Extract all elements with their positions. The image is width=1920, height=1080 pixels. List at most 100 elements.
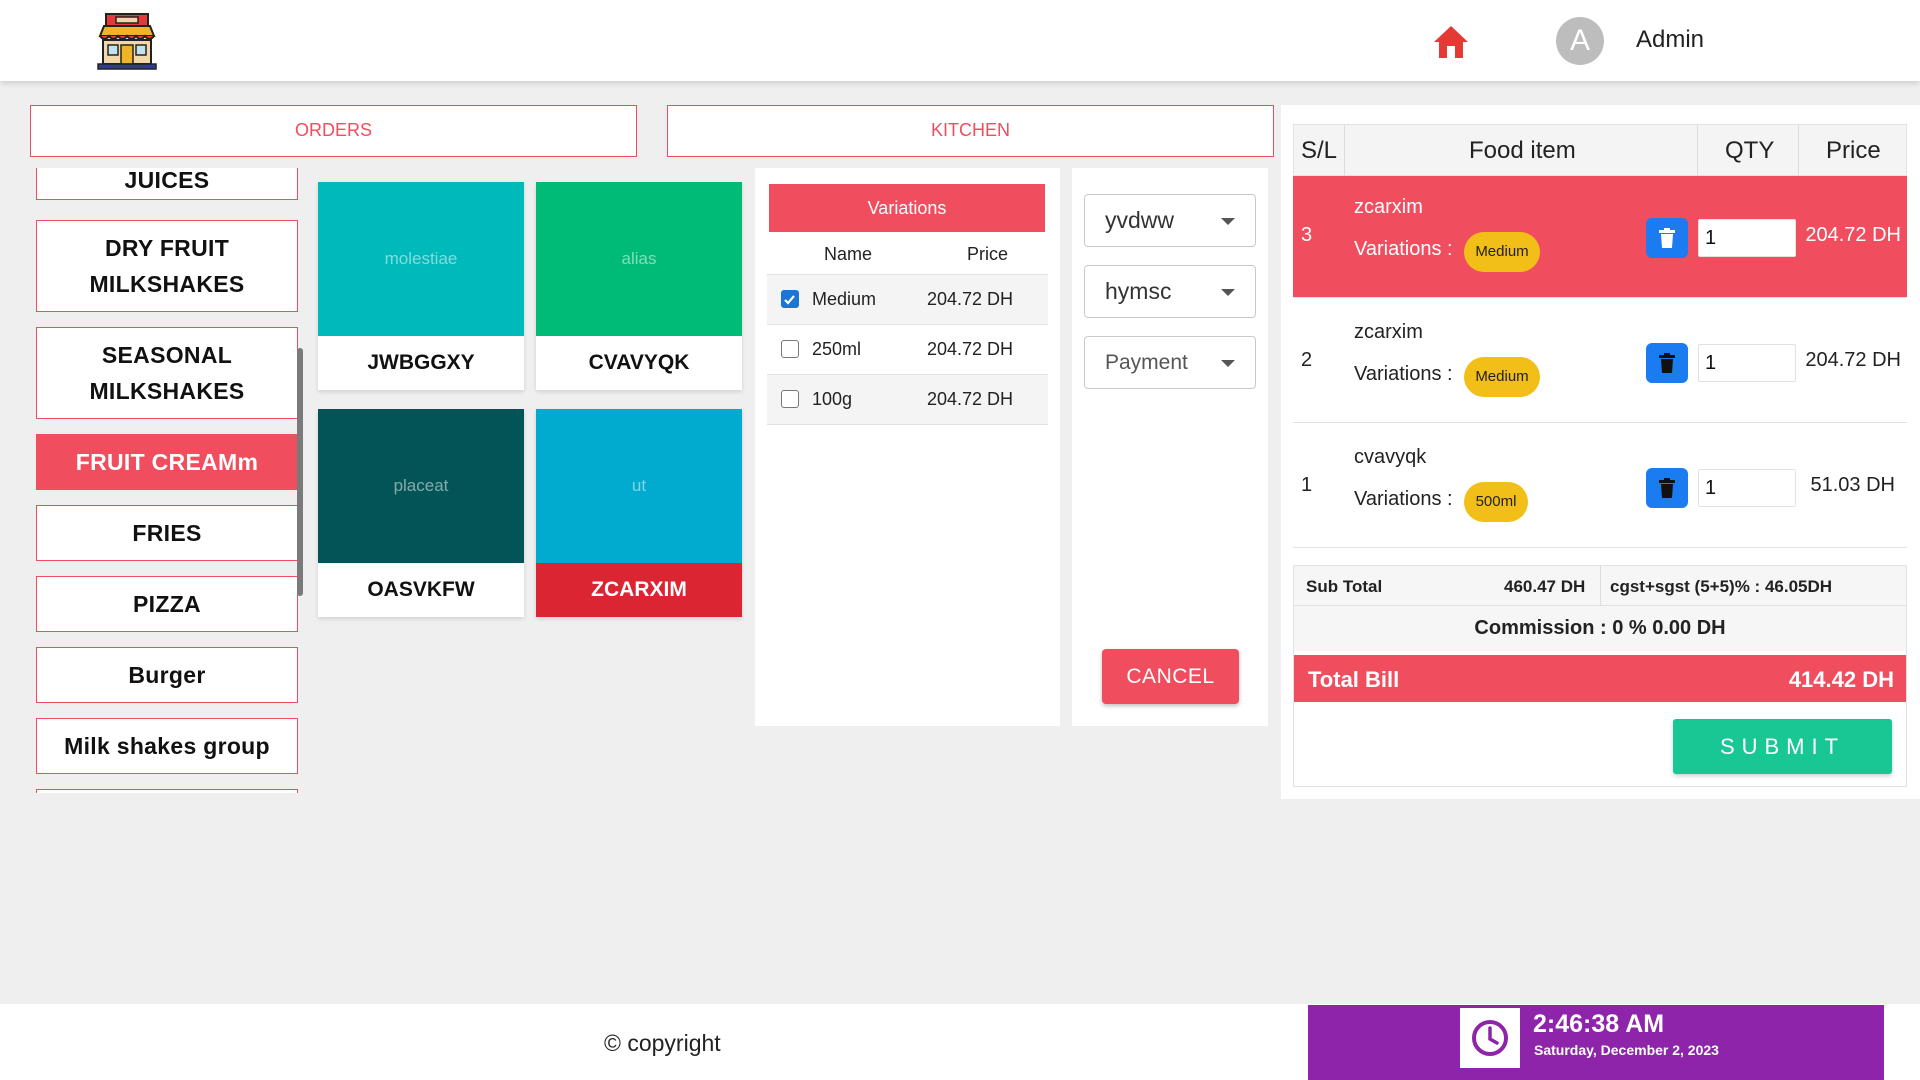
product-image: ut [536, 409, 742, 563]
select-value: yvdww [1105, 207, 1175, 233]
avatar[interactable]: A [1556, 17, 1604, 65]
copyright-text: © copyright [604, 1030, 721, 1056]
category-pizza[interactable]: PIZZA [36, 576, 298, 632]
variation-badge: Medium [1464, 357, 1540, 397]
subtotal-label: Sub Total [1306, 577, 1383, 596]
clock-widget: 2:46:38 AM Saturday, December 2, 2023 [1308, 1005, 1884, 1080]
variations-col-price: Price [967, 244, 1009, 264]
product-name: CVAVYQK [588, 351, 690, 374]
col-sl: S/L [1301, 137, 1338, 164]
category-fruit-creamm[interactable]: FRUIT CREAMm [36, 434, 298, 490]
cancel-button[interactable]: CANCEL [1102, 649, 1239, 704]
delete-button[interactable] [1646, 343, 1688, 383]
cart-row-food-name: zcarxim [1354, 196, 1423, 218]
cart-panel: S/L Food item QTY Price 3 zcarxim Variat… [1281, 105, 1920, 799]
variations-col-name: Name [824, 244, 873, 264]
trash-icon [1659, 228, 1675, 248]
category-list[interactable]: JUICES DRY FRUIT MILKSHAKES SEASONAL MIL… [30, 168, 302, 793]
cart-row[interactable]: 3 zcarxim Variations : Medium 1 204.72 D… [1293, 176, 1907, 298]
clock-tile [1460, 1008, 1520, 1068]
variation-checkbox[interactable] [781, 290, 799, 308]
category-scrollbar[interactable] [297, 348, 303, 596]
select-dropdown-1[interactable]: yvdww [1084, 194, 1256, 247]
product-image: placeat [318, 409, 524, 563]
variation-price: 204.72 DH [927, 289, 1014, 309]
category-next[interactable] [36, 789, 298, 793]
cart-row-sl: 3 [1301, 224, 1313, 246]
submit-button[interactable]: SUBMIT [1673, 719, 1892, 774]
category-juices[interactable]: JUICES [36, 168, 298, 200]
trash-icon [1659, 353, 1675, 373]
chevron-down-icon [1221, 360, 1235, 367]
variation-name: Medium [812, 289, 877, 309]
total-bill-label: Total Bill [1308, 667, 1400, 692]
variation-row[interactable]: Medium 204.72 DH [767, 274, 1048, 324]
chevron-down-icon [1221, 289, 1235, 296]
tax-text: cgst+sgst (5+5)% : 46.05DH [1610, 577, 1833, 596]
cart-row-sl: 1 [1301, 474, 1313, 496]
total-bill-row: Total Bill 414.42 DH [1294, 655, 1906, 702]
trash-icon [1659, 478, 1675, 498]
variations-title: Variations [769, 184, 1045, 232]
variation-row[interactable]: 250ml 204.72 DH [767, 324, 1048, 374]
subtotal-row: Sub Total 460.47 DH cgst+sgst (5+5)% : 4… [1294, 566, 1906, 606]
category-seasonal-milkshakes[interactable]: SEASONAL MILKSHAKES [36, 327, 298, 419]
col-qty: QTY [1725, 137, 1775, 164]
variation-badge: Medium [1464, 232, 1540, 272]
cart-row-sl: 2 [1301, 349, 1313, 371]
total-bill-value: 414.42 DH [1788, 667, 1894, 692]
product-card[interactable]: molestiae JWBGGXY [318, 182, 524, 390]
clock-date: Saturday, December 2, 2023 [1534, 1042, 1719, 1058]
options-panel: yvdww hymsc Payment CANCEL [1072, 168, 1268, 726]
cart-row-variations-label: Variations : [1354, 238, 1453, 260]
col-price: Price [1826, 137, 1881, 164]
cart-row[interactable]: 2 zcarxim Variations : Medium 1 204.72 D… [1293, 301, 1907, 423]
variations-panel: Variations Name Price Medium 204.72 DH 2… [755, 168, 1060, 726]
user-name[interactable]: Admin [1636, 26, 1704, 54]
category-dry-fruit-milkshakes[interactable]: DRY FRUIT MILKSHAKES [36, 220, 298, 312]
select-value: Payment [1105, 351, 1188, 374]
restaurant-logo[interactable] [96, 12, 158, 70]
delete-button[interactable] [1646, 468, 1688, 508]
bill-summary: Sub Total 460.47 DH cgst+sgst (5+5)% : 4… [1293, 565, 1907, 787]
cart-row-price: 204.72 DH [1805, 349, 1901, 371]
col-food-item: Food item [1469, 137, 1576, 164]
quantity-input[interactable]: 1 [1698, 469, 1796, 507]
product-name: ZCARXIM [536, 563, 742, 617]
product-image: molestiae [318, 182, 524, 336]
variation-name: 250ml [812, 339, 862, 359]
category-milk-shakes-group[interactable]: Milk shakes group [36, 718, 298, 774]
variation-checkbox[interactable] [781, 390, 799, 408]
cart-row-price: 51.03 DH [1810, 474, 1896, 496]
home-icon[interactable] [1432, 24, 1470, 60]
variation-price: 204.72 DH [927, 389, 1014, 409]
variation-name: 100g [812, 389, 853, 409]
delete-button[interactable] [1646, 218, 1688, 258]
cart-row[interactable]: 1 cvavyqk Variations : 500ml 1 51.03 DH [1293, 426, 1907, 548]
payment-select[interactable]: Payment [1084, 336, 1256, 389]
variation-badge: 500ml [1464, 482, 1528, 522]
variation-row[interactable]: 100g 204.72 DH [767, 374, 1048, 425]
variation-checkbox[interactable] [781, 340, 799, 358]
select-value: hymsc [1105, 278, 1172, 304]
tab-orders[interactable]: ORDERS [30, 105, 637, 157]
check-icon [784, 295, 795, 305]
commission-text: Commission : 0 % 0.00 DH [1294, 606, 1906, 651]
product-name: OASVKFW [367, 578, 475, 601]
category-burger[interactable]: Burger [36, 647, 298, 703]
top-header: A Admin [0, 0, 1920, 81]
cart-row-food-name: zcarxim [1354, 321, 1423, 343]
quantity-input[interactable]: 1 [1698, 344, 1796, 382]
tab-kitchen[interactable]: KITCHEN [667, 105, 1274, 157]
product-card[interactable]: placeat OASVKFW [318, 409, 524, 617]
product-card[interactable]: alias CVAVYQK [536, 182, 742, 390]
variation-price: 204.72 DH [927, 339, 1014, 359]
cart-row-price: 204.72 DH [1805, 224, 1901, 246]
category-fries[interactable]: FRIES [36, 505, 298, 561]
subtotal-value: 460.47 DH [1504, 577, 1586, 596]
product-card-selected[interactable]: ut ZCARXIM [536, 409, 742, 617]
quantity-input[interactable]: 1 [1698, 219, 1796, 257]
cart-row-food-name: cvavyqk [1354, 446, 1427, 468]
select-dropdown-2[interactable]: hymsc [1084, 265, 1256, 318]
cart-row-variations-label: Variations : [1354, 488, 1453, 510]
